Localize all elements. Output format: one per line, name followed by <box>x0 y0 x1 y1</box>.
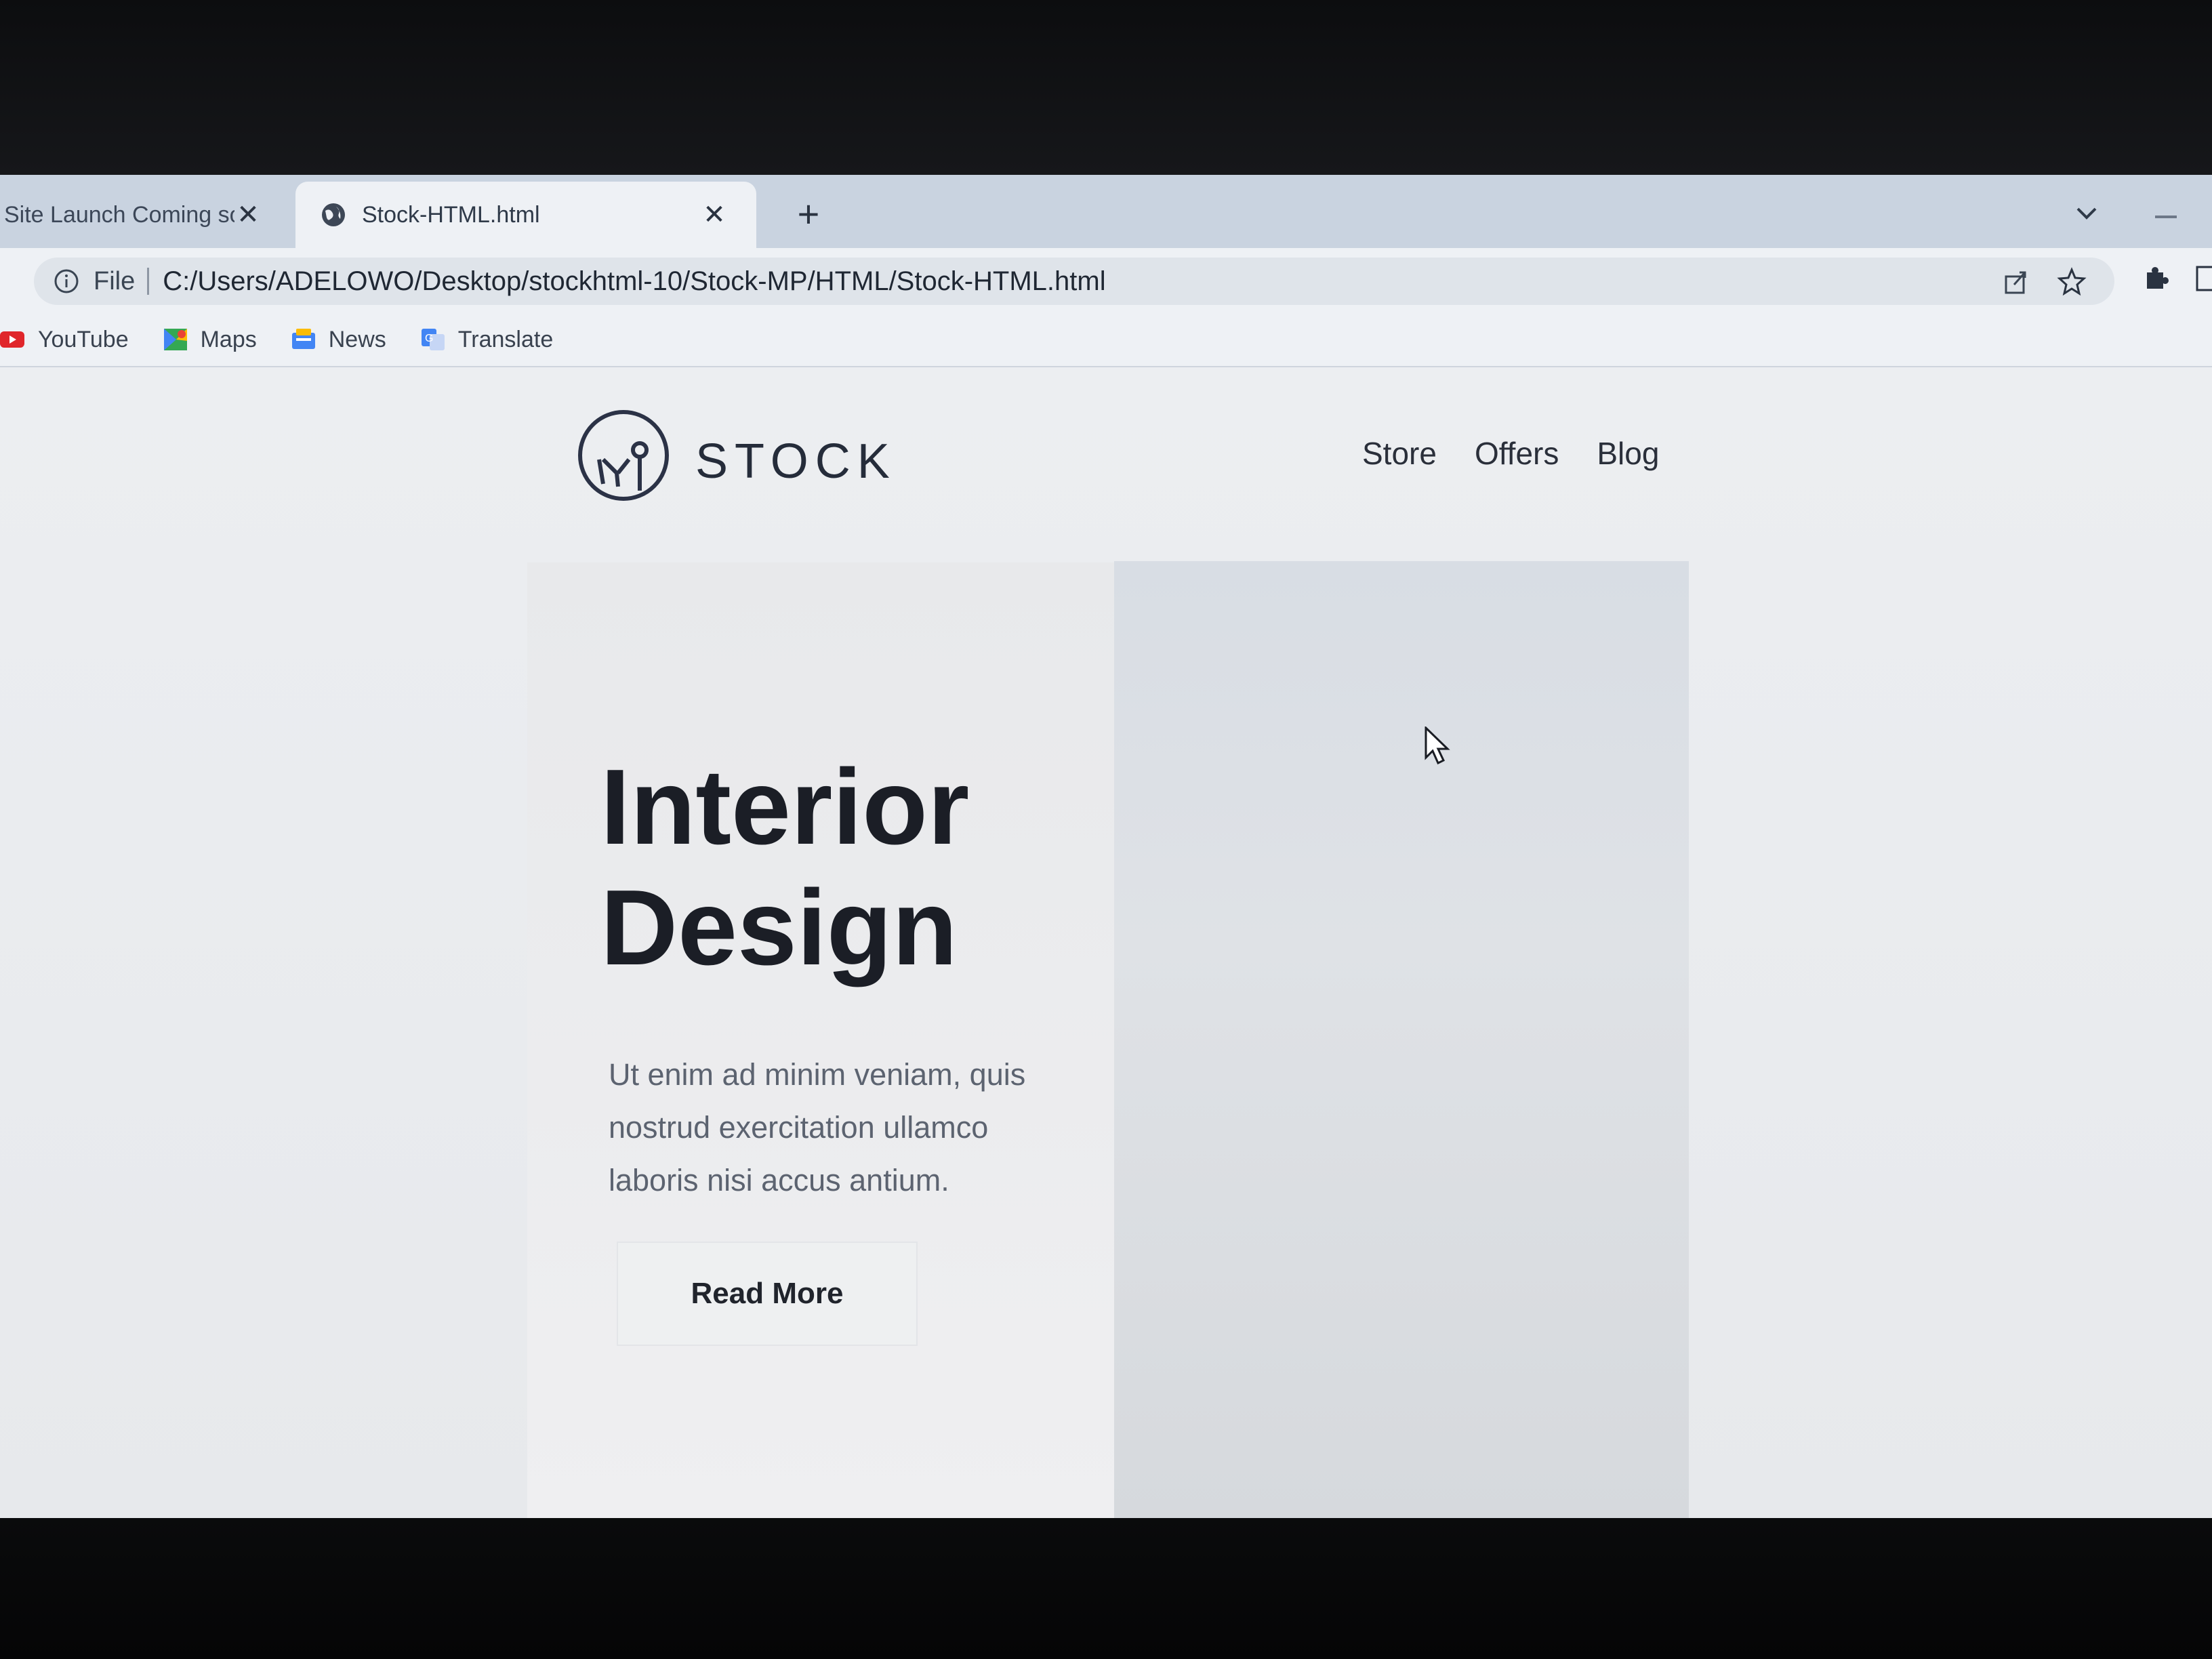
hero-text-panel <box>527 562 1114 1518</box>
info-icon[interactable] <box>53 268 80 295</box>
hero-image-panel <box>1114 561 1689 1518</box>
tab-site-launch[interactable]: Site Launch Coming so ✕ <box>0 182 291 248</box>
browser-window: Site Launch Coming so ✕ Stock-HTML.html … <box>0 175 2212 1518</box>
minimize-icon[interactable] <box>2155 216 2177 218</box>
read-more-button[interactable]: Read More <box>617 1242 918 1346</box>
brand-name[interactable]: STOCK <box>695 434 897 489</box>
hero-description: Ut enim ad minim veniam, quis nostrud ex… <box>609 1057 1026 1197</box>
globe-icon <box>322 203 345 226</box>
stock-logo-icon[interactable] <box>576 408 671 503</box>
side-panel-icon[interactable] <box>2194 263 2212 294</box>
maps-icon <box>163 329 187 350</box>
bookmark-translate[interactable]: G Translate <box>420 327 553 353</box>
monitor-bezel-top <box>0 0 2212 175</box>
hero-title-line: Interior <box>600 747 970 867</box>
bookmark-label: News <box>328 326 386 352</box>
bookmark-youtube[interactable]: YouTube <box>0 327 129 353</box>
bookmark-news[interactable]: News <box>291 327 386 353</box>
nav-blog[interactable]: Blog <box>1597 435 1659 472</box>
youtube-icon <box>0 331 24 348</box>
new-tab-plus-icon[interactable]: + <box>785 190 832 237</box>
main-nav: Store Offers Blog <box>1362 435 1659 472</box>
news-icon <box>291 329 315 349</box>
bookmark-label: Maps <box>200 326 257 352</box>
tab-stock-html[interactable]: Stock-HTML.html ✕ <box>295 182 756 248</box>
nav-offers[interactable]: Offers <box>1475 435 1559 472</box>
close-icon[interactable]: ✕ <box>234 200 262 230</box>
close-icon[interactable]: ✕ <box>701 200 728 230</box>
translate-icon: G <box>421 329 445 350</box>
chevron-down-icon[interactable] <box>2070 197 2104 230</box>
scheme-label: File <box>94 266 136 295</box>
hero-title-line: Design <box>600 868 958 987</box>
divider <box>147 268 150 295</box>
mouse-cursor-icon <box>1425 726 1450 765</box>
bookmark-maps[interactable]: Maps <box>163 327 257 353</box>
svg-text:G: G <box>425 333 433 344</box>
hero-title: Interior Design <box>600 747 969 988</box>
share-icon[interactable] <box>2001 266 2032 297</box>
tab-strip: Site Launch Coming so ✕ Stock-HTML.html … <box>0 175 2212 248</box>
nav-store[interactable]: Store <box>1362 435 1437 472</box>
tab-title: Site Launch Coming so <box>4 201 234 228</box>
web-page: STOCK Store Offers Blog Interior Design … <box>0 367 2212 1518</box>
tab-title: Stock-HTML.html <box>362 201 540 228</box>
browser-toolbar: File C:/Users/ADELOWO/Desktop/stockhtml-… <box>0 248 2212 313</box>
bookmark-label: YouTube <box>38 326 129 352</box>
extensions-puzzle-icon[interactable] <box>2140 263 2171 294</box>
bookmark-star-icon[interactable] <box>2056 266 2087 297</box>
monitor-bezel-bottom <box>0 1518 2212 1659</box>
url-text[interactable]: C:/Users/ADELOWO/Desktop/stockhtml-10/St… <box>163 266 1105 297</box>
bookmark-label: Translate <box>457 326 554 352</box>
bookmarks-bar: YouTube Maps News G Translate <box>0 313 2212 367</box>
address-bar[interactable]: File C:/Users/ADELOWO/Desktop/stockhtml-… <box>34 258 2114 305</box>
